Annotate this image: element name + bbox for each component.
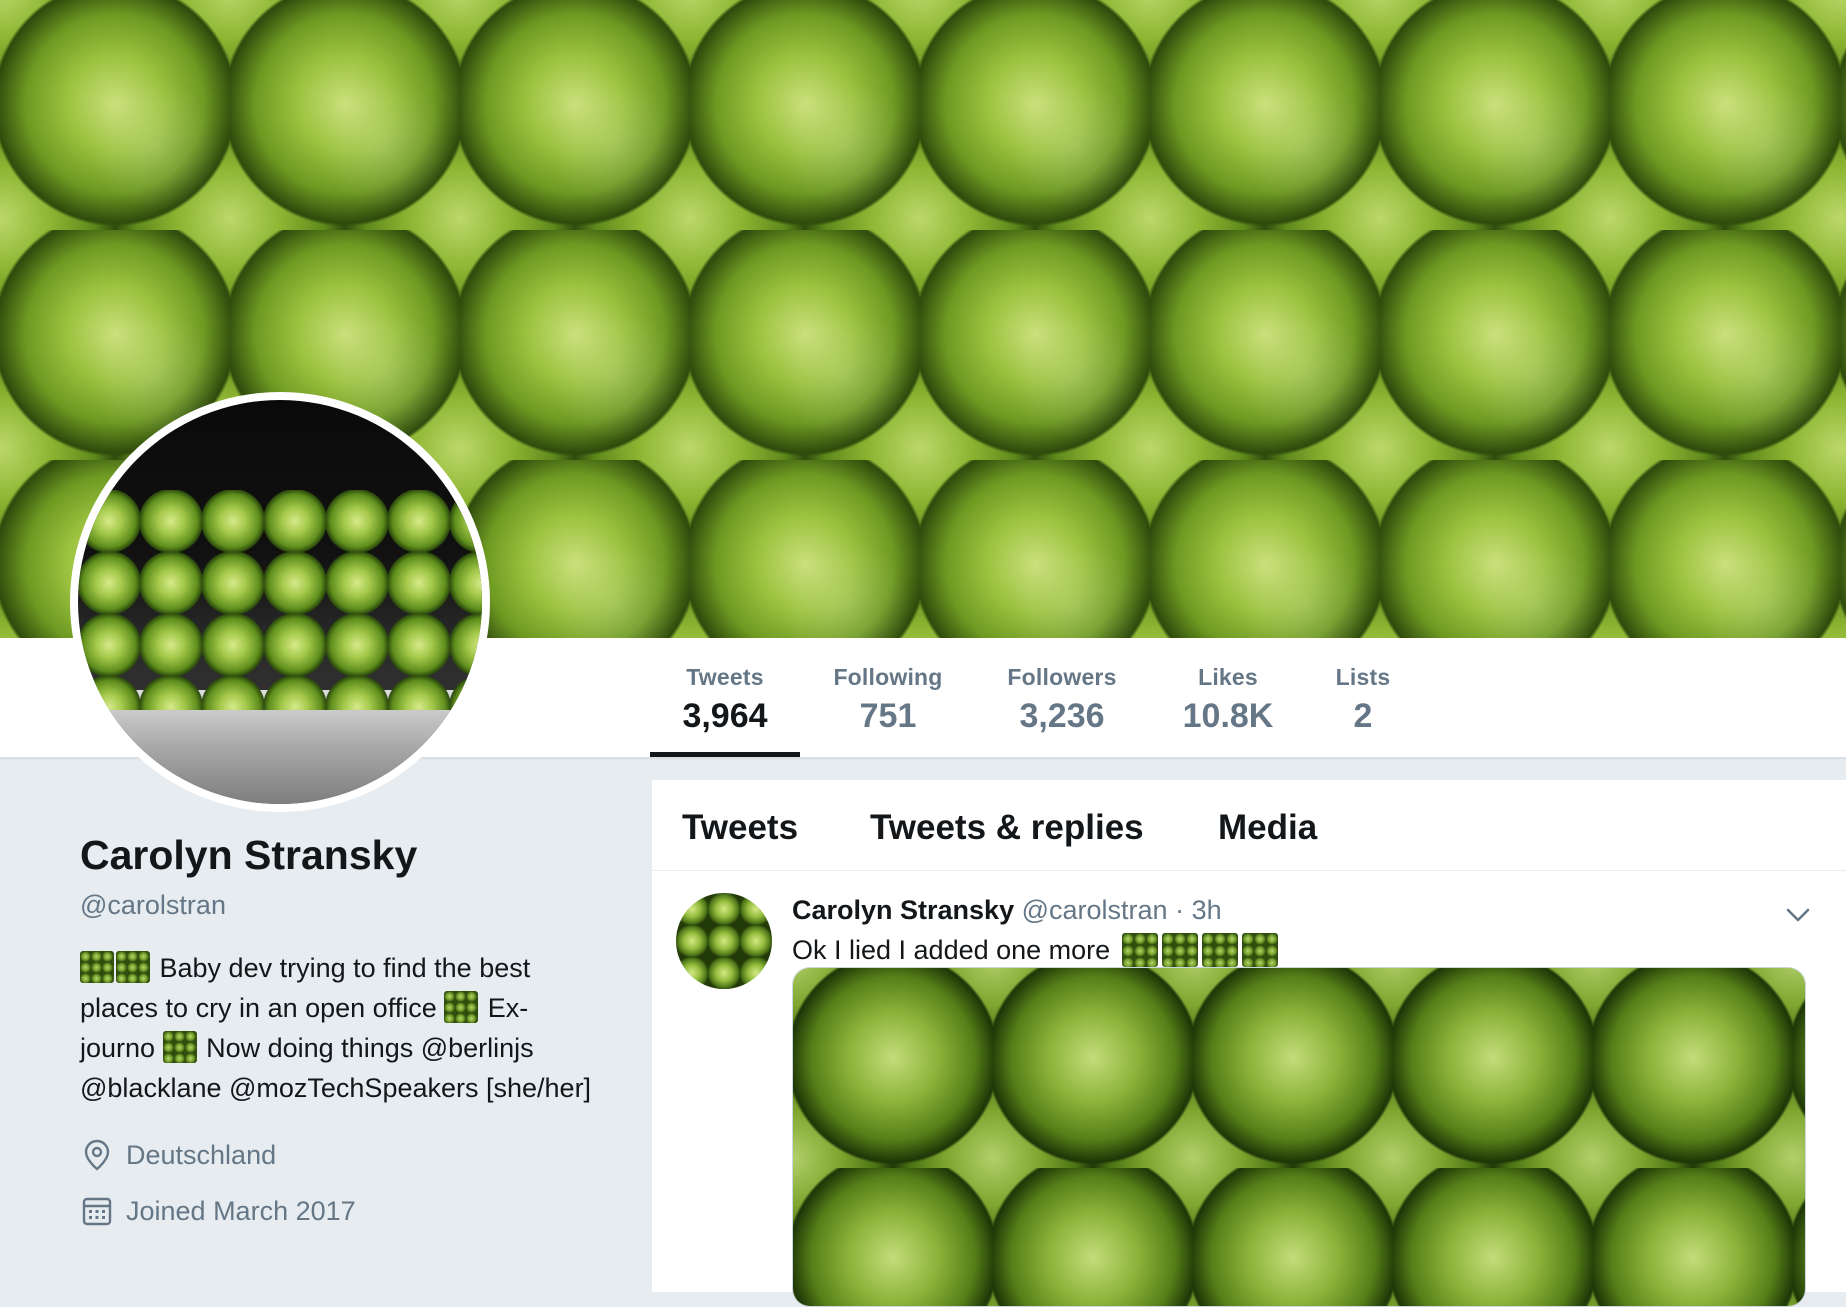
stat-lists[interactable]: Lists 2 [1332, 664, 1394, 736]
stat-value: 2 [1353, 697, 1373, 735]
tweet[interactable]: Carolyn Stransky @carolstran · 3h Ok I l… [652, 871, 1846, 1307]
stat-value: 3,236 [1019, 697, 1105, 735]
profile-joined: Joined March 2017 [80, 1194, 356, 1228]
sprout-emoji-icon [1122, 933, 1159, 967]
bio-text: places to cry in an open office [80, 993, 437, 1023]
profile-name[interactable]: Carolyn Stransky [80, 832, 417, 879]
stat-label: Followers [1007, 664, 1117, 690]
stat-value: 3,964 [682, 697, 768, 735]
profile-avatar[interactable] [70, 392, 490, 812]
sprouts-shape [78, 490, 482, 710]
chevron-down-icon[interactable] [1780, 897, 1816, 933]
bio-text: Ex- [487, 993, 529, 1023]
stat-value: 751 [859, 697, 917, 735]
tweet-text: Ok I lied I added one more [792, 933, 1279, 967]
profile-bio: Baby dev trying to find the best places … [80, 948, 620, 1108]
tweet-media-image[interactable] [792, 967, 1806, 1307]
sprout-emoji-icon [162, 1031, 197, 1063]
sprout-emoji-icon [116, 951, 150, 983]
stat-following[interactable]: Following 751 [826, 664, 950, 736]
sprout-emoji-icon [1162, 933, 1199, 967]
stat-label: Tweets [686, 664, 764, 690]
stat-label: Likes [1198, 664, 1258, 690]
tweet-author-name[interactable]: Carolyn Stransky [792, 895, 1014, 925]
sprout-emoji-icon [444, 991, 479, 1023]
timeline: Tweets Tweets & replies Media Carolyn St… [652, 780, 1846, 1307]
tab-media[interactable]: Media [1218, 808, 1317, 848]
bio-text: Baby dev trying to find the best [159, 953, 531, 983]
profile-location: Deutschland [80, 1138, 276, 1172]
tweet-body: Ok I lied I added one more [792, 934, 1111, 965]
bio-text[interactable]: @blacklane @mozTechSpeakers [she/her] [80, 1073, 591, 1103]
stat-followers[interactable]: Followers 3,236 [1002, 664, 1122, 736]
tab-tweets[interactable]: Tweets [682, 808, 798, 848]
tweet-time[interactable]: · 3h [1175, 895, 1222, 925]
sprout-emoji-icon [80, 951, 114, 983]
tweet-avatar[interactable] [676, 893, 772, 989]
stat-tweets[interactable]: Tweets 3,964 [680, 664, 770, 736]
stat-label: Lists [1335, 664, 1391, 690]
tweet-author-handle[interactable]: @carolstran [1022, 895, 1168, 925]
stat-likes[interactable]: Likes 10.8K [1176, 664, 1280, 736]
stat-label: Following [833, 664, 943, 690]
location-text: Deutschland [126, 1139, 277, 1170]
bio-text[interactable]: Now doing things @berlinjs [206, 1033, 534, 1063]
tab-tweets-replies[interactable]: Tweets & replies [870, 808, 1144, 848]
sprout-emoji-icon [1202, 933, 1239, 967]
joined-text: Joined March 2017 [126, 1195, 356, 1226]
tweet-header: Carolyn Stransky @carolstran · 3h [792, 895, 1222, 926]
sprout-emoji-icon [1242, 933, 1279, 967]
profile-handle[interactable]: @carolstran [80, 890, 226, 921]
location-pin-icon [80, 1138, 114, 1172]
calendar-icon [80, 1194, 114, 1228]
bio-text: journo [80, 1033, 156, 1063]
active-stat-indicator [650, 752, 800, 757]
stat-value: 10.8K [1182, 697, 1274, 735]
timeline-tabs: Tweets Tweets & replies Media [652, 780, 1846, 871]
avatar-image [78, 400, 482, 804]
